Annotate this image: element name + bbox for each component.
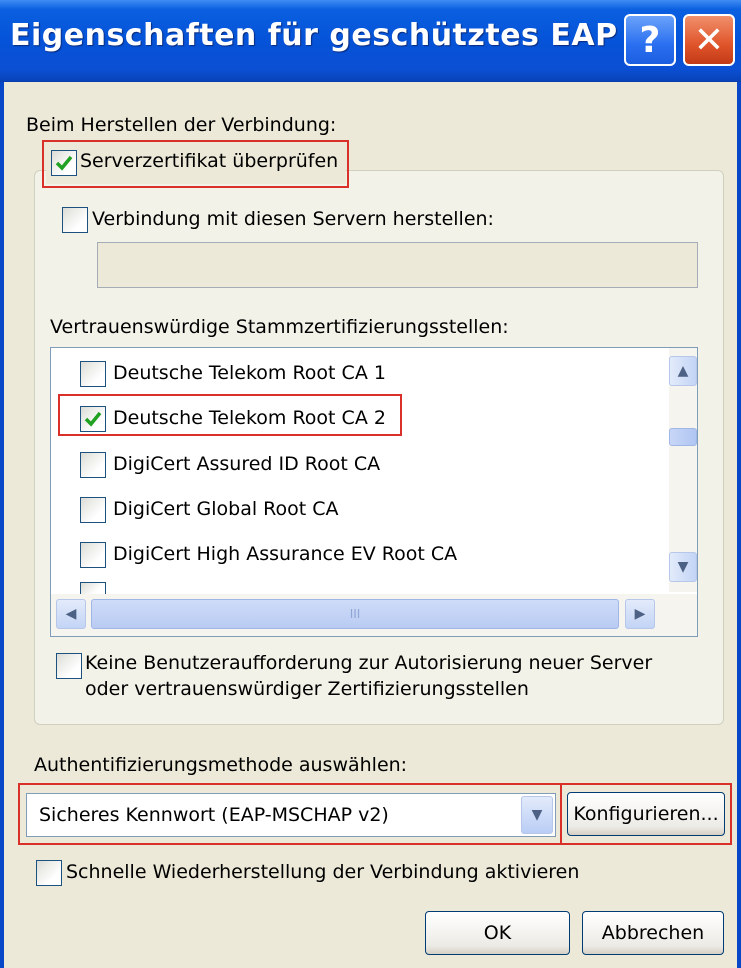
help-button[interactable]: ? xyxy=(624,14,676,66)
connect-to-servers-label[interactable]: Verbindung mit diesen Servern herstellen… xyxy=(92,208,494,230)
fast-reconnect-label[interactable]: Schnelle Wiederherstellung der Verbindun… xyxy=(66,861,579,883)
server-names-input[interactable] xyxy=(97,242,698,288)
title-bar[interactable]: Eigenschaften für geschütztes EAP ? ✕ xyxy=(0,0,741,82)
highlight-root-ca-2 xyxy=(58,394,402,436)
scroll-left-button[interactable]: ◀ xyxy=(56,599,86,629)
vertical-scroll-thumb[interactable] xyxy=(669,428,697,446)
checkmark-icon xyxy=(55,155,73,171)
auth-method-selected: Sicheres Kennwort (EAP-MSCHAP v2) xyxy=(39,804,389,826)
close-button[interactable]: ✕ xyxy=(683,14,735,66)
no-prompt-checkbox[interactable] xyxy=(56,653,82,679)
vertical-scrollbar[interactable]: ▲ ▼ xyxy=(669,348,697,592)
root-ca-checkbox[interactable] xyxy=(80,452,106,478)
partial-list-item-checkbox xyxy=(80,582,106,594)
scroll-down-button[interactable]: ▼ xyxy=(669,552,697,582)
help-icon: ? xyxy=(639,19,661,61)
scroll-grip-icon: III xyxy=(349,607,361,621)
connection-section-label: Beim Herstellen der Verbindung: xyxy=(26,114,337,136)
no-prompt-label-line1[interactable]: Keine Benutzeraufforderung zur Autorisie… xyxy=(85,652,652,674)
dialog-window: Eigenschaften für geschütztes EAP ? ✕ Be… xyxy=(0,0,741,968)
trusted-roots-label: Vertrauenswürdige Stammzertifizierungsst… xyxy=(50,316,509,338)
configure-button[interactable]: Konfigurieren... xyxy=(567,792,725,836)
chevron-down-icon: ▼ xyxy=(677,559,689,575)
close-icon: ✕ xyxy=(693,19,725,61)
fast-reconnect-checkbox[interactable] xyxy=(36,860,62,886)
chevron-down-icon: ▼ xyxy=(531,807,543,823)
root-ca-label: DigiCert Assured ID Root CA xyxy=(113,453,381,475)
scroll-right-button[interactable]: ▶ xyxy=(625,599,655,629)
no-prompt-label-line2[interactable]: oder vertrauenswürdiger Zertifizierungss… xyxy=(85,678,529,700)
horizontal-scrollbar[interactable]: ◀ III ▶ xyxy=(51,594,697,636)
root-ca-checkbox[interactable] xyxy=(80,497,106,523)
root-ca-label: DigiCert Global Root CA xyxy=(113,498,339,520)
trusted-roots-list[interactable]: Deutsche Telekom Root CA 1 Deutsche Tele… xyxy=(50,347,698,637)
root-ca-checkbox[interactable] xyxy=(80,542,106,568)
root-ca-label: DigiCert High Assurance EV Root CA xyxy=(113,543,458,565)
auth-method-dropdown-button[interactable]: ▼ xyxy=(521,796,553,834)
auth-method-select[interactable]: Sicheres Kennwort (EAP-MSCHAP v2) ▼ xyxy=(26,793,556,837)
cancel-button[interactable]: Abbrechen xyxy=(582,911,724,955)
chevron-left-icon: ◀ xyxy=(65,606,77,622)
ok-button[interactable]: OK xyxy=(425,911,570,955)
chevron-up-icon: ▲ xyxy=(677,363,689,379)
chevron-right-icon: ▶ xyxy=(634,606,646,622)
scroll-up-button[interactable]: ▲ xyxy=(669,356,697,386)
root-ca-label: Deutsche Telekom Root CA 1 xyxy=(113,362,386,384)
root-ca-checkbox[interactable] xyxy=(80,361,106,387)
window-frame-left xyxy=(0,82,4,968)
verify-server-cert-label[interactable]: Serverzertifikat überprüfen xyxy=(80,150,338,172)
auth-method-label: Authentifizierungsmethode auswählen: xyxy=(34,754,408,776)
verify-server-cert-checkbox[interactable] xyxy=(51,150,77,176)
horizontal-scroll-thumb[interactable]: III xyxy=(91,599,619,629)
window-title: Eigenschaften für geschütztes EAP xyxy=(10,18,618,53)
connect-to-servers-checkbox[interactable] xyxy=(62,207,88,233)
window-frame-right xyxy=(737,82,741,968)
